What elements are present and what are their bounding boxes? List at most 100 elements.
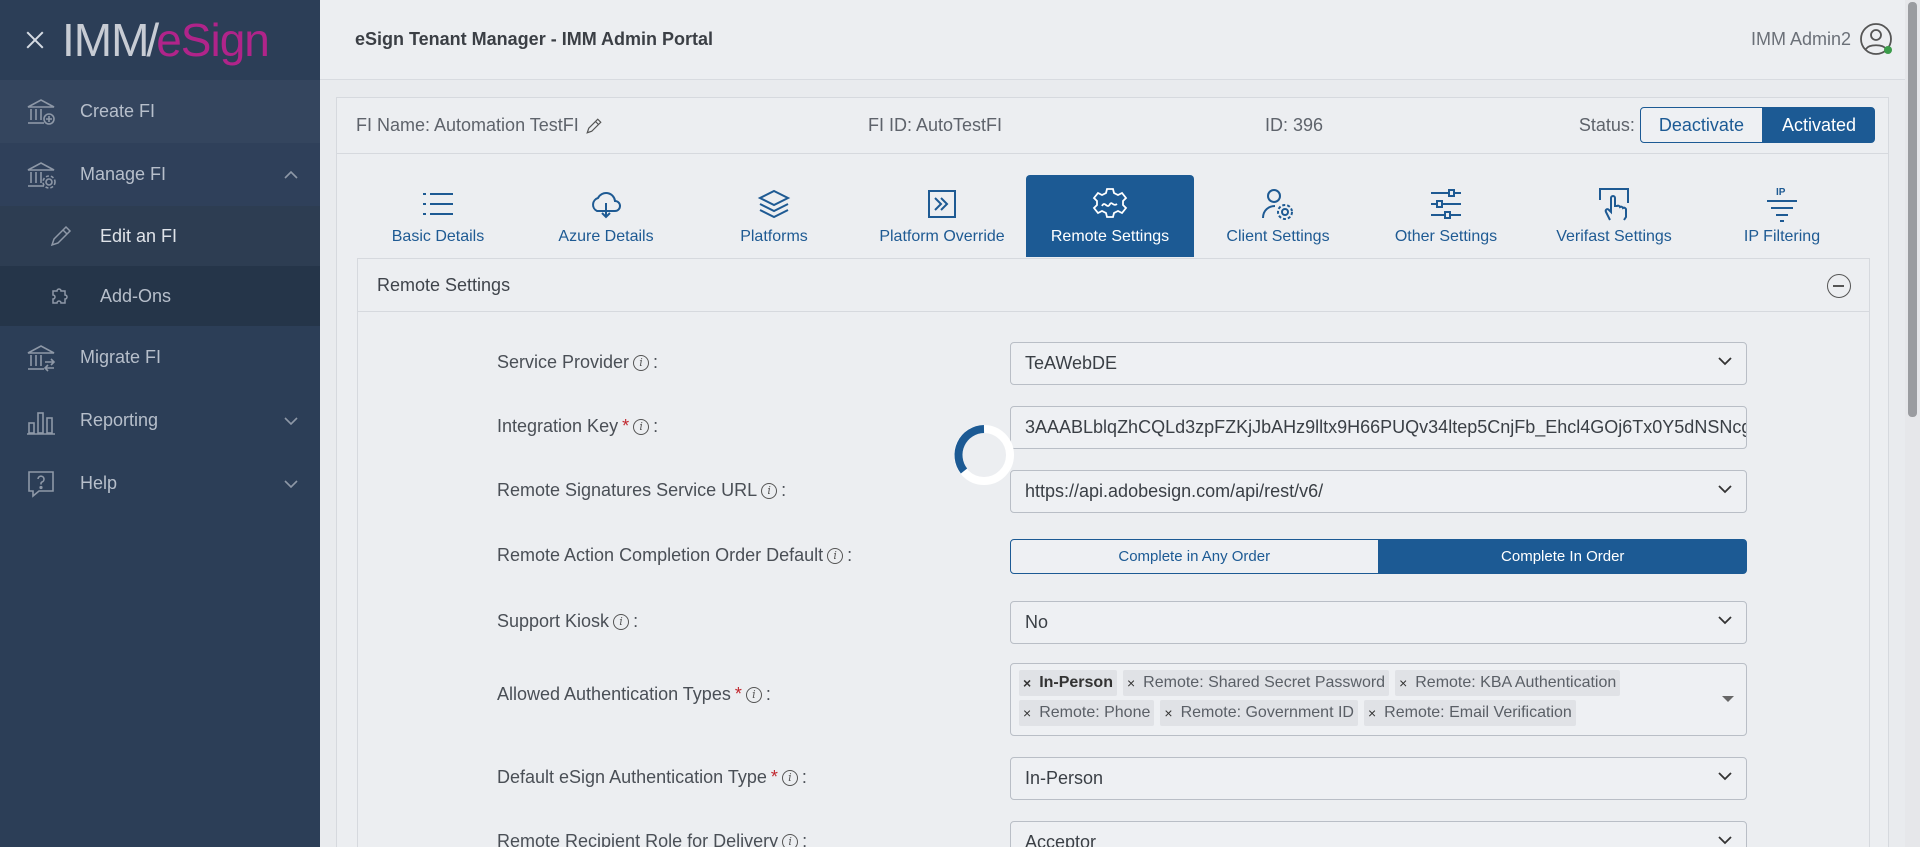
edit-pencil-icon[interactable] [585, 117, 603, 135]
remove-tag-icon[interactable]: × [1399, 675, 1407, 691]
auth-tag: × In-Person [1019, 670, 1117, 696]
loading-spinner-icon [954, 425, 1014, 485]
sidebar-item-reporting[interactable]: Reporting [0, 389, 320, 452]
tab-other-settings[interactable]: Other Settings [1362, 175, 1530, 257]
fi-card: FI Name: Automation TestFI FI ID: AutoTe… [336, 97, 1889, 847]
tab-ip-filtering[interactable]: IP IP Filtering [1698, 175, 1866, 257]
activated-button[interactable]: Activated [1762, 107, 1875, 143]
close-icon[interactable] [22, 27, 48, 53]
sidebar-item-label: Add-Ons [100, 285, 172, 306]
sidebar-item-label: Migrate FI [80, 347, 162, 367]
tab-label: Verifast Settings [1556, 228, 1672, 245]
field-label: Integration Key * i : [497, 416, 659, 436]
complete-in-order-button[interactable]: Complete In Order [1378, 539, 1747, 574]
sidebar-item-add-ons[interactable]: Add-Ons [0, 266, 320, 326]
sidebar: IMM / eSign Create FI Manage FI Edit an FI… [0, 0, 320, 847]
status-label: Status: [1578, 114, 1635, 135]
tab-azure-details[interactable]: Azure Details [522, 175, 690, 257]
info-icon[interactable]: i [745, 686, 762, 703]
info-icon[interactable]: i [633, 354, 650, 371]
chevron-down-icon [1718, 616, 1732, 625]
info-icon[interactable]: i [827, 547, 844, 564]
remove-tag-icon[interactable]: × [1164, 705, 1172, 721]
sidebar-item-create-fi[interactable]: Create FI [0, 80, 320, 143]
service-url-select[interactable]: https://api.adobesign.com/api/rest/v6/ [1010, 470, 1747, 513]
auth-types-multiselect[interactable]: × In-Person × Remote: Shared Secret Passwo… [1010, 663, 1747, 736]
tab-verifast-settings[interactable]: Verifast Settings [1530, 175, 1698, 257]
logo: IMM / eSign [62, 14, 270, 66]
tab-platforms[interactable]: Platforms [690, 175, 858, 257]
integration-key-input[interactable]: 3AAABLblqZhCQLd3zpFZKjJbAHz9lltx9H66PUQv… [1010, 406, 1747, 449]
bank-migrate-icon [24, 341, 58, 375]
page-scrollbar[interactable] [1905, 0, 1920, 847]
completion-order-toggle: Complete in Any Order Complete In Order [1010, 539, 1747, 574]
list-icon [420, 186, 456, 222]
remove-tag-icon[interactable]: × [1023, 675, 1031, 691]
sidebar-item-label: Create FI [80, 101, 156, 121]
bank-settings-icon [24, 158, 58, 192]
chevron-up-icon [284, 170, 298, 179]
sidebar-item-label: Reporting [80, 410, 159, 430]
user-menu[interactable]: IMM Admin2 [1751, 22, 1893, 56]
pencil-icon [46, 221, 76, 251]
puzzle-icon [46, 281, 76, 311]
default-auth-select[interactable]: In-Person [1010, 757, 1747, 800]
sidebar-item-migrate-fi[interactable]: Migrate FI [0, 326, 320, 389]
tab-label: Basic Details [391, 228, 485, 245]
tab-remote-settings[interactable]: Remote Settings [1026, 175, 1194, 257]
fi-name: FI Name: Automation TestFI [356, 115, 603, 136]
auth-tag: × Remote: Shared Secret Password [1122, 670, 1390, 696]
hand-touch-icon [1596, 186, 1632, 222]
recipient-role-select[interactable]: Acceptor [1010, 821, 1747, 847]
info-icon[interactable]: i [761, 482, 778, 499]
fi-numeric-id: ID: 396 [1265, 115, 1324, 135]
info-icon[interactable]: i [781, 769, 798, 786]
avatar [1859, 22, 1893, 56]
cloud-icon [588, 186, 624, 222]
chevron-down-icon [1718, 772, 1732, 781]
override-icon [924, 186, 960, 222]
tab-label: Platform Override [879, 228, 1005, 245]
svg-text:IP: IP [1776, 187, 1786, 198]
tab-label: Remote Settings [1050, 228, 1170, 245]
section-header: Remote Settings [358, 259, 1869, 312]
fi-id: FI ID: AutoTestFI [868, 115, 1003, 135]
sidebar-item-help[interactable]: Help [0, 452, 320, 515]
tab-label: IP Filtering [1743, 228, 1821, 245]
support-kiosk-select[interactable]: No [1010, 601, 1747, 644]
chevron-down-icon [284, 479, 298, 488]
service-provider-select[interactable]: TeAWebDE [1010, 342, 1747, 385]
sidebar-item-label: Edit an FI [100, 225, 178, 246]
complete-any-order-button[interactable]: Complete in Any Order [1010, 539, 1379, 574]
user-gear-icon [1260, 186, 1296, 222]
fi-summary-bar: FI Name: Automation TestFI FI ID: AutoTe… [337, 98, 1888, 154]
tab-basic-details[interactable]: Basic Details [354, 175, 522, 257]
auth-tag: × Remote: Government ID [1160, 700, 1358, 726]
auth-tag: × Remote: Email Verification [1363, 700, 1576, 726]
info-icon[interactable]: i [613, 613, 630, 630]
tab-label: Client Settings [1226, 228, 1330, 245]
bar-chart-icon [24, 404, 58, 438]
info-icon[interactable]: i [633, 418, 650, 435]
tab-platform-override[interactable]: Platform Override [858, 175, 1026, 257]
gear-signature-icon [1092, 186, 1128, 222]
remove-tag-icon[interactable]: × [1127, 675, 1135, 691]
collapse-icon[interactable] [1827, 274, 1851, 298]
help-icon [24, 467, 58, 501]
layers-icon [756, 186, 792, 222]
remote-settings-panel: Remote Settings Service Provider i : TeA… [357, 258, 1870, 847]
auth-tag: × Remote: Phone [1019, 700, 1155, 726]
status-toggle: Status: Deactivate Activated [1579, 107, 1875, 143]
caret-down-icon[interactable] [1722, 696, 1734, 702]
remove-tag-icon[interactable]: × [1368, 705, 1376, 721]
tab-label: Platforms [740, 228, 808, 245]
sidebar-item-edit-fi[interactable]: Edit an FI [0, 206, 320, 266]
remove-tag-icon[interactable]: × [1023, 705, 1031, 721]
sliders-icon [1428, 186, 1464, 222]
info-icon[interactable]: i [782, 833, 799, 847]
sidebar-item-manage-fi[interactable]: Manage FI [0, 143, 320, 206]
tab-client-settings[interactable]: Client Settings [1194, 175, 1362, 257]
scrollbar-thumb[interactable] [1908, 2, 1917, 417]
online-status-dot [1884, 46, 1892, 54]
deactivate-button[interactable]: Deactivate [1639, 107, 1763, 143]
